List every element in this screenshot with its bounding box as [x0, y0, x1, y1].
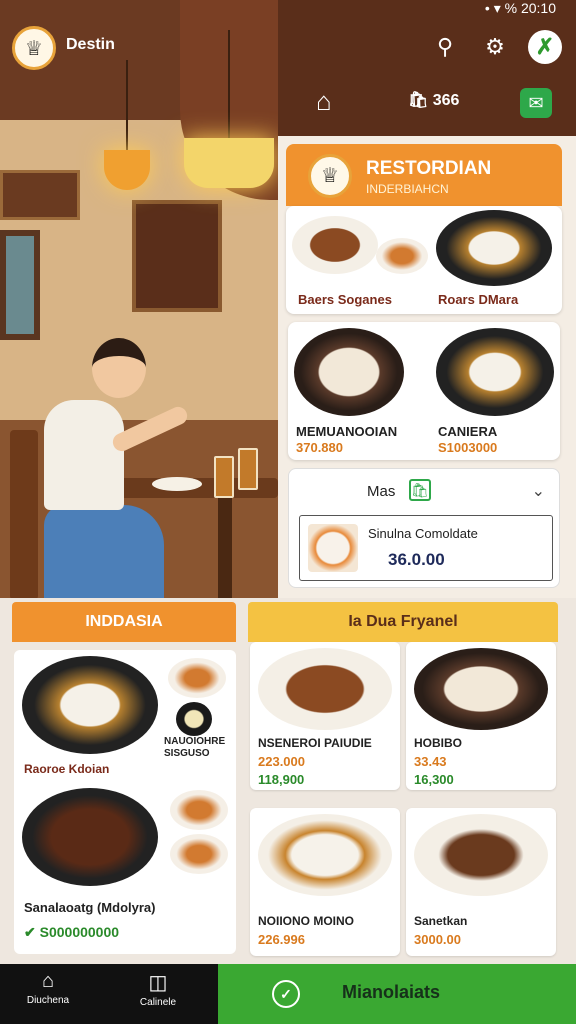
bottom-nav: ⌂ Diuchena ◫ Calinele ✓ Mianolaiats: [0, 964, 576, 1024]
message-icon[interactable]: ✉: [520, 88, 552, 118]
dish-price-alt: 118,900: [258, 772, 305, 787]
side-dish-image[interactable]: [168, 658, 226, 698]
mas-dropdown[interactable]: Mas 🛍 ⌄ Sinulna Comoldate 36.0.00: [288, 468, 560, 588]
checkout-label: Mianolaiats: [342, 982, 441, 1002]
dish-image[interactable]: [22, 788, 158, 886]
dish-image[interactable]: [22, 656, 158, 754]
restaurant-title: RESTORDIAN: [366, 158, 492, 179]
chevron-down-icon[interactable]: ⌄: [532, 481, 545, 501]
checkout-button[interactable]: ✓ Mianolaiats: [218, 964, 576, 1024]
menu-tile[interactable]: NOIIONO MOINO 226.996: [250, 808, 400, 956]
dish-name: CANIERA: [438, 424, 498, 439]
app-screen: • ▾ % 20:10 ♕ Destin ⚲ ⚙ ✗ ⌂ 🛍 366 ✉ ♕ R…: [0, 0, 576, 1024]
dish-name: HOBIBO: [414, 736, 462, 750]
dish-price: 226.996: [258, 932, 305, 947]
section-title-right[interactable]: Ia Dua Fryanel: [248, 602, 558, 642]
key-icon[interactable]: ⚲: [428, 30, 462, 64]
restaurant-seal-icon: ♕: [308, 154, 352, 198]
dish-image: [414, 814, 548, 896]
dish-name: Baers Soganes: [298, 292, 392, 307]
menu-card-2[interactable]: MEMUANOOIAN 370.880 CANIERA S1003000: [288, 322, 560, 460]
restaurant-header: ♕ RESTORDIAN INDERBIAHCN: [286, 144, 562, 206]
status-bar: • ▾ % 20:10: [484, 0, 556, 16]
shopping-bag-icon: 🛍: [409, 479, 431, 501]
dish-image: [258, 814, 392, 896]
check-icon: ✔: [24, 924, 36, 940]
side-dish-image[interactable]: [170, 790, 228, 830]
dish-name: NOIIONO MOINO: [258, 914, 354, 928]
home-icon: ⌂: [41, 970, 55, 992]
side-label: NAUOIOHRE SISGUSO: [164, 736, 226, 759]
dish-name: Raoroe Kdoian: [24, 762, 110, 776]
header-actions: ⌂ 🛍 366 ✉: [300, 86, 576, 122]
gear-icon[interactable]: ⚙: [478, 30, 512, 64]
nav-cart[interactable]: ◫ Calinele: [118, 970, 198, 1020]
hero-illustration: [0, 0, 278, 600]
dish-price: ✔ S000000000: [24, 924, 119, 941]
side-dish-image[interactable]: [170, 834, 228, 874]
restaurant-subtitle: INDERBIAHCN: [366, 182, 449, 196]
menu-tile[interactable]: NSENEROI PAIUDIE 223.000 118,900: [250, 642, 400, 790]
dish-price: 370.880: [296, 440, 343, 455]
dish-price: 33.43: [414, 754, 447, 769]
item-name: Sinulna Comoldate: [368, 526, 478, 541]
mas-label: Mas: [367, 483, 396, 500]
brand-name: Destin: [66, 36, 115, 53]
dish-price-alt: 16,300: [414, 772, 454, 787]
nav-home-label: Diuchena: [26, 995, 70, 1006]
dish-name: Sanetkan: [414, 914, 468, 928]
item-price: 36.0.00: [388, 550, 445, 569]
restaurant-logo[interactable]: ♕: [12, 26, 56, 70]
menu-card-1[interactable]: Baers Soganes Roars DMara: [286, 206, 562, 314]
menu-tile[interactable]: Sanetkan 3000.00: [406, 808, 556, 956]
menu-panel: ♕ RESTORDIAN INDERBIAHCN Baers Soganes R…: [278, 136, 576, 598]
check-circle-icon: ✓: [272, 980, 300, 1008]
store-icon[interactable]: ⌂: [316, 86, 332, 117]
section-title-left[interactable]: INDDASIA: [12, 602, 236, 642]
catalog-section: INDDASIA Ia Dua Fryanel NAUOIOHRE SISGUS…: [0, 598, 576, 964]
dish-name: MEMUANOOIAN: [296, 424, 398, 439]
dish-name: Sanalaoatg (Mdolyra): [24, 900, 156, 915]
dish-price: 3000.00: [414, 932, 461, 947]
close-icon[interactable]: ✗: [528, 30, 562, 64]
left-menu-list: NAUOIOHRE SISGUSO Raoroe Kdoian Sanalaoa…: [14, 650, 236, 954]
dish-price-value: S000000000: [39, 924, 120, 940]
menu-tile[interactable]: HOBIBO 33.43 16,300: [406, 642, 556, 790]
nav-home[interactable]: ⌂ Diuchena: [8, 970, 88, 1020]
dish-price: 223.000: [258, 754, 305, 769]
dish-image: [414, 648, 548, 730]
basket-icon: ◫: [148, 972, 168, 994]
top-bar: ♕ Destin ⚲ ⚙ ✗: [0, 22, 576, 78]
drink-image[interactable]: [176, 702, 212, 736]
nav-cart-label: Calinele: [139, 997, 177, 1008]
dish-name: Roars DMara: [438, 292, 519, 307]
cart-count[interactable]: 🛍 366: [408, 90, 459, 110]
dish-price: S1003000: [438, 440, 498, 455]
dish-name: NSENEROI PAIUDIE: [258, 736, 372, 750]
item-thumbnail: [308, 524, 358, 572]
dish-image: [258, 648, 392, 730]
mas-item[interactable]: Sinulna Comoldate 36.0.00: [299, 515, 553, 581]
